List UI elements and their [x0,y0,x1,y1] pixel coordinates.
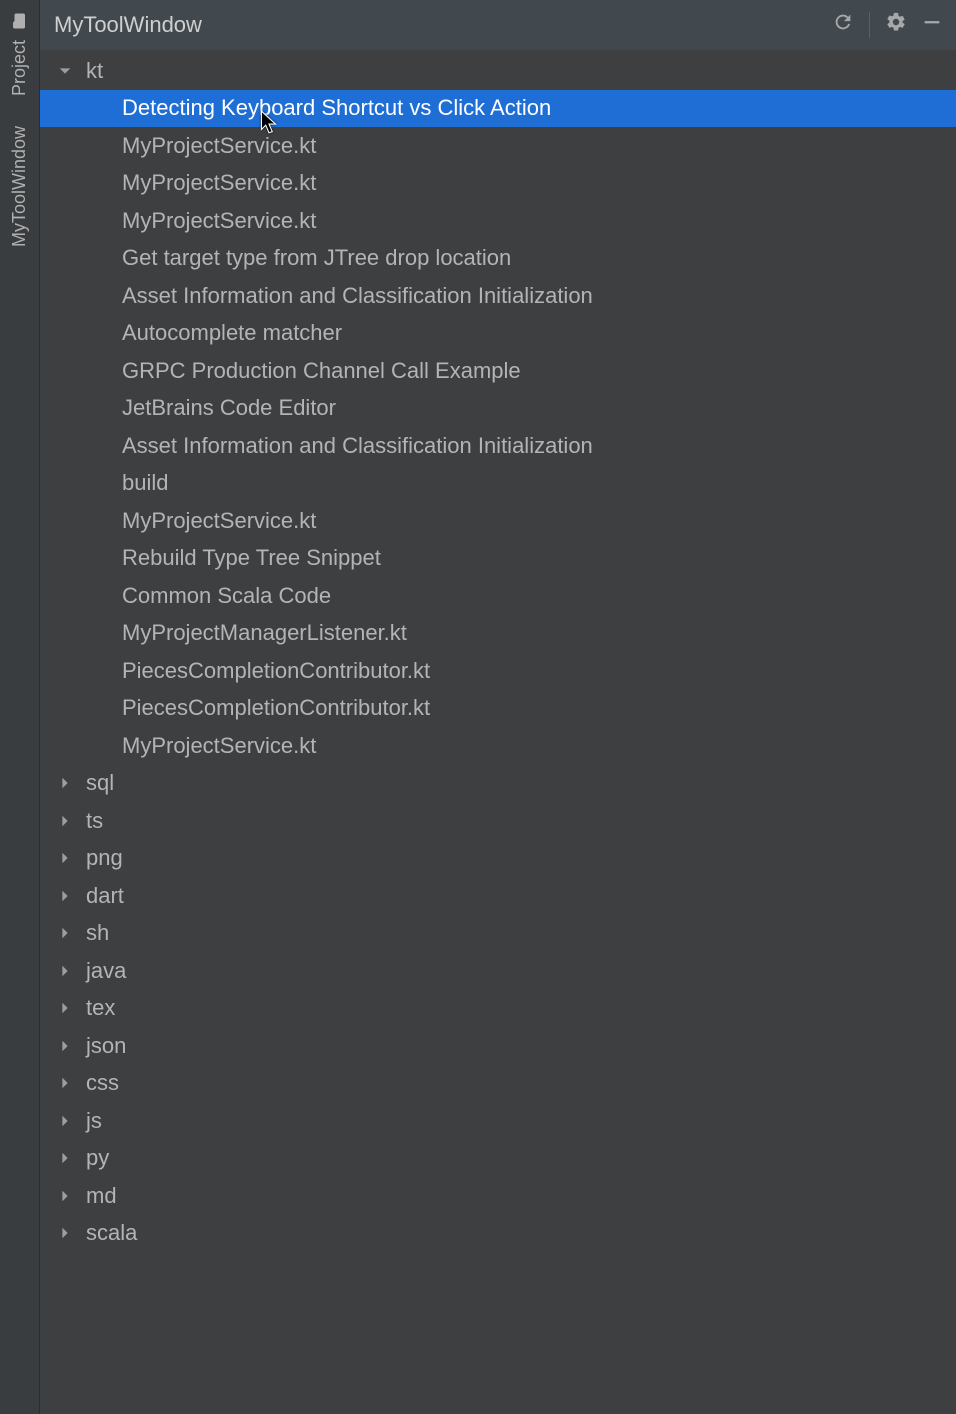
tree-label: scala [86,1220,137,1246]
chevron-right-icon[interactable] [54,772,76,794]
tree-folder[interactable]: md [40,1177,956,1215]
tool-window-main: MyToolWindow kt Detecting Keyboard Shortc… [40,0,956,1414]
tree-item[interactable]: Rebuild Type Tree Snippet [40,540,956,578]
tree-label: dart [86,883,124,909]
gear-icon [885,11,907,39]
tree-label: Asset Information and Classification Ini… [122,283,593,309]
tree-folder[interactable]: py [40,1140,956,1178]
tree-label: Asset Information and Classification Ini… [122,433,593,459]
tree-label: Autocomplete matcher [122,320,342,346]
tree-folder[interactable]: json [40,1027,956,1065]
minimize-icon [921,11,943,39]
chevron-right-icon[interactable] [54,1110,76,1132]
tree-label: MyProjectService.kt [122,733,316,759]
chevron-right-icon[interactable] [54,1035,76,1057]
tree-folder[interactable]: java [40,952,956,990]
tree-item[interactable]: MyProjectService.kt [40,502,956,540]
tree-item[interactable]: MyProjectService.kt [40,202,956,240]
tree-item[interactable]: Detecting Keyboard Shortcut vs Click Act… [40,90,956,128]
tree-label: py [86,1145,109,1171]
tree-label: Detecting Keyboard Shortcut vs Click Act… [122,95,551,121]
chevron-right-icon[interactable] [54,847,76,869]
tree-label: java [86,958,126,984]
tree-label: sql [86,770,114,796]
tree-label: MyProjectService.kt [122,208,316,234]
tree-item[interactable]: Asset Information and Classification Ini… [40,427,956,465]
tree-folder[interactable]: js [40,1102,956,1140]
tree-item[interactable]: MyProjectService.kt [40,165,956,203]
chevron-right-icon[interactable] [54,1147,76,1169]
tree-label: Rebuild Type Tree Snippet [122,545,381,571]
chevron-right-icon[interactable] [54,885,76,907]
tree-folder[interactable]: css [40,1065,956,1103]
chevron-right-icon[interactable] [54,1072,76,1094]
tree-folder[interactable]: sh [40,915,956,953]
chevron-right-icon[interactable] [54,1222,76,1244]
tree-item[interactable]: MyProjectManagerListener.kt [40,615,956,653]
tree-item[interactable]: PiecesCompletionContributor.kt [40,652,956,690]
tree-item[interactable]: JetBrains Code Editor [40,390,956,428]
tree-label: JetBrains Code Editor [122,395,336,421]
tree-label: MyProjectService.kt [122,508,316,534]
tree-label: MyProjectService.kt [122,133,316,159]
tree-folder[interactable]: sql [40,765,956,803]
tree-folder[interactable]: scala [40,1215,956,1253]
tool-window-rail: Project MyToolWindow [0,0,40,1414]
rail-tab-mytoolwindow[interactable]: MyToolWindow [3,114,36,261]
tree-label: build [122,470,168,496]
tree-label: json [86,1033,126,1059]
tree-label: PiecesCompletionContributor.kt [122,658,430,684]
tree-label: MyProjectService.kt [122,170,316,196]
tree-item[interactable]: MyProjectService.kt [40,127,956,165]
tree-label: tex [86,995,115,1021]
tree-item[interactable]: PiecesCompletionContributor.kt [40,690,956,728]
tree-folder[interactable]: tex [40,990,956,1028]
chevron-down-icon[interactable] [54,60,76,82]
tree-label: Common Scala Code [122,583,331,609]
chevron-right-icon[interactable] [54,960,76,982]
tree-label: PiecesCompletionContributor.kt [122,695,430,721]
tree-label: png [86,845,123,871]
tree-label: md [86,1183,117,1209]
settings-button[interactable] [882,11,910,39]
tree-item[interactable]: build [40,465,956,503]
rail-tab-project[interactable]: Project [3,0,36,110]
tree-folder[interactable]: png [40,840,956,878]
tree-folder[interactable]: dart [40,877,956,915]
tree-label: GRPC Production Channel Call Example [122,358,521,384]
tree-item[interactable]: Asset Information and Classification Ini… [40,277,956,315]
minimize-button[interactable] [918,11,946,39]
chevron-right-icon[interactable] [54,810,76,832]
rail-tab-label: Project [9,40,30,96]
tree-label: css [86,1070,119,1096]
tree-item[interactable]: Get target type from JTree drop location [40,240,956,278]
chevron-right-icon[interactable] [54,997,76,1019]
tree-item[interactable]: GRPC Production Channel Call Example [40,352,956,390]
tree-folder[interactable]: kt [40,52,956,90]
refresh-icon [832,11,854,39]
tree-label: Get target type from JTree drop location [122,245,511,271]
folder-icon [11,12,29,30]
chevron-right-icon[interactable] [54,1185,76,1207]
rail-tab-label: MyToolWindow [9,126,30,247]
tree-label: MyProjectManagerListener.kt [122,620,407,646]
tree-item[interactable]: Common Scala Code [40,577,956,615]
tree-view[interactable]: kt Detecting Keyboard Shortcut vs Click A… [40,50,956,1414]
tree-label: js [86,1108,102,1134]
tree-folder[interactable]: ts [40,802,956,840]
header-divider [869,12,870,38]
tree-label: ts [86,808,103,834]
tree-item[interactable]: MyProjectService.kt [40,727,956,765]
tool-window-title: MyToolWindow [54,12,821,38]
tree-item[interactable]: Autocomplete matcher [40,315,956,353]
tool-window-header: MyToolWindow [40,0,956,50]
refresh-button[interactable] [829,11,857,39]
tree-label: kt [86,58,103,84]
tree-label: sh [86,920,109,946]
chevron-right-icon[interactable] [54,922,76,944]
